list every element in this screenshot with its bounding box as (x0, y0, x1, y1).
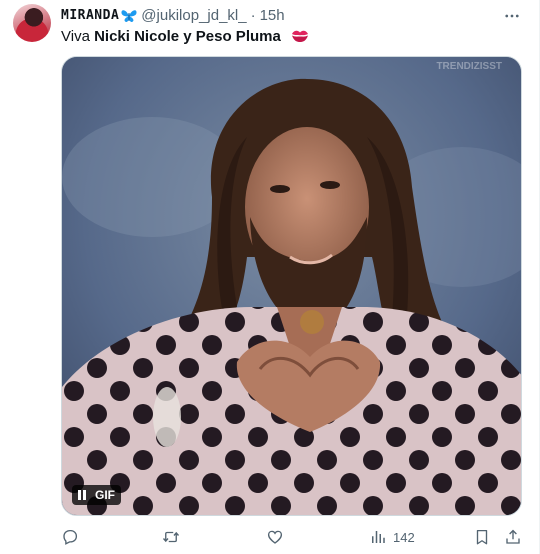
share-button[interactable] (504, 527, 522, 547)
tweet-text-prefix: Viva (61, 28, 95, 45)
timestamp[interactable]: 15h (260, 6, 285, 26)
reply-icon (63, 529, 78, 545)
bookmark-button[interactable] (473, 527, 491, 547)
more-icon (505, 14, 519, 18)
butterfly-icon (120, 8, 138, 24)
views-button[interactable]: 142 (369, 527, 415, 547)
kiss-mark-icon (291, 29, 309, 43)
tweet-text-bold: Nicki Nicole y Peso Pluma (94, 28, 281, 45)
gif-badge[interactable]: GIF (72, 485, 121, 505)
reply-button[interactable] (61, 527, 85, 547)
gif-image: TRENDIZISST (62, 57, 521, 515)
more-button[interactable] (499, 3, 525, 29)
bookmark-icon (476, 529, 488, 545)
watermark: TRENDIZISST (436, 61, 502, 72)
retweet-button[interactable] (162, 527, 186, 547)
share-icon (506, 529, 520, 544)
like-button[interactable] (266, 527, 290, 547)
retweet-icon (162, 531, 180, 543)
tweet-header: MIRANDA @jukilop_jd_kl_ · 15h (61, 6, 527, 26)
avatar[interactable] (13, 4, 51, 42)
display-name[interactable]: MIRANDA (61, 6, 119, 26)
heart-icon (267, 530, 283, 544)
user-handle[interactable]: @jukilop_jd_kl_ (141, 6, 246, 26)
action-bar: 142 (61, 527, 522, 547)
gif-label: GIF (95, 488, 115, 502)
tweet-text: Viva Nicki Nicole y Peso Pluma (61, 27, 527, 47)
tweet[interactable]: MIRANDA @jukilop_jd_kl_ · 15h Viva Nicki… (0, 0, 540, 554)
views-icon (372, 531, 385, 543)
pause-icon (77, 490, 87, 500)
separator-dot: · (250, 7, 256, 24)
gif-media[interactable]: TRENDIZISST GIF (61, 56, 522, 516)
views-count: 142 (393, 529, 415, 545)
